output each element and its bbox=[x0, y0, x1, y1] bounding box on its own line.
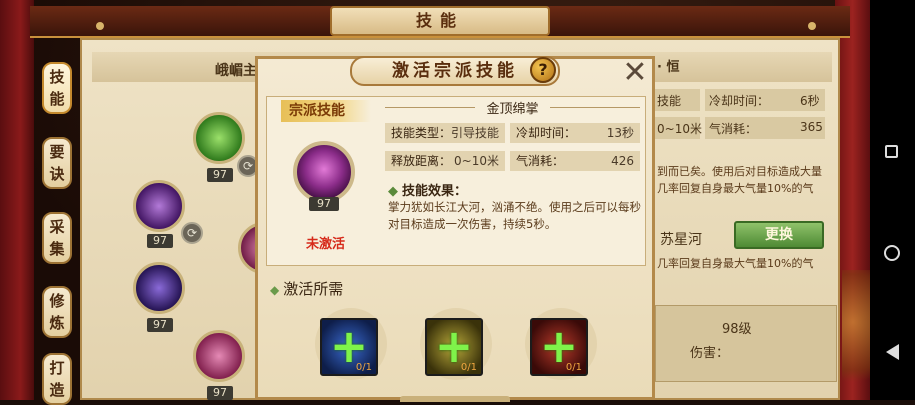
skill-name-row: 金顶绵掌 bbox=[385, 98, 640, 117]
qi-value: 365 bbox=[800, 120, 823, 134]
recent-apps-icon[interactable] bbox=[885, 145, 898, 158]
requirement-item-yellow[interactable]: + 0/1 bbox=[425, 318, 483, 376]
divider bbox=[385, 107, 475, 108]
skill-level: 97 bbox=[309, 197, 339, 211]
other-skill-name: 苏星河 bbox=[660, 232, 702, 248]
effect-title-text: 技能效果： bbox=[402, 184, 468, 199]
skill-level: 97 bbox=[147, 234, 173, 248]
stat-range: 释放距离： 0~10米 bbox=[385, 151, 505, 171]
tab-gathering[interactable]: 采集 bbox=[42, 212, 72, 264]
change-button[interactable]: 更换 bbox=[734, 221, 824, 249]
sect-skill-orb[interactable] bbox=[293, 141, 355, 203]
skill-level: 97 bbox=[207, 168, 233, 182]
desc-line: 到而已矣。使用后对目标造成大量 bbox=[657, 165, 822, 178]
requirement-count: 0/1 bbox=[460, 362, 477, 373]
requirement-item-blue[interactable]: + 0/1 bbox=[320, 318, 378, 376]
requirements-title-text: 激活所需 bbox=[283, 280, 344, 298]
stat-value: 0~10米 bbox=[454, 154, 499, 168]
desc-line: 几率回复自身最大气量10%的气 bbox=[657, 257, 814, 270]
stat-value: 引导技能 bbox=[450, 126, 499, 140]
qi-label: 气消耗： bbox=[709, 122, 758, 136]
skill-name: 金顶绵掌 bbox=[486, 102, 539, 117]
diamond-icon: ◆ bbox=[270, 283, 280, 297]
tab-crafting[interactable]: 打造 bbox=[42, 353, 72, 405]
tab-formulas[interactable]: 要诀 bbox=[42, 137, 72, 189]
back-icon[interactable] bbox=[886, 344, 899, 360]
requirement-item-red[interactable]: + 0/1 bbox=[530, 318, 588, 376]
tab-label: 要诀 bbox=[49, 143, 65, 183]
skill-level: 97 bbox=[147, 318, 173, 332]
close-icon[interactable]: ✕ bbox=[622, 58, 648, 88]
skill-level: 97 bbox=[207, 386, 233, 400]
system-navbar bbox=[870, 0, 915, 400]
stat-label: 冷却时间： bbox=[516, 126, 577, 140]
tab-label: 采集 bbox=[49, 218, 65, 258]
skill-orb-green[interactable] bbox=[193, 112, 245, 164]
skill-orb-purple-2[interactable] bbox=[133, 262, 185, 314]
home-icon[interactable] bbox=[884, 245, 900, 261]
tab-label: 打造 bbox=[49, 359, 65, 399]
sect-skill-label: 宗派技能 bbox=[281, 100, 371, 122]
effect-title: ◆ 技能效果： bbox=[388, 180, 467, 199]
range-fragment: 0~10米 bbox=[657, 122, 702, 136]
stat-value: 426 bbox=[611, 154, 634, 168]
sect-name: 峨嵋主 bbox=[215, 63, 257, 79]
desc-line: 几率回复自身最大气量10%的气 bbox=[657, 182, 814, 195]
level-box bbox=[655, 305, 837, 382]
effect-text: 掌力犹如长江大河，汹涌不绝。使用之后可以每秒对目标造成一次伤害，持续5秒。 bbox=[388, 200, 641, 231]
pin-icon bbox=[808, 22, 816, 30]
cooldown-value: 6秒 bbox=[800, 94, 820, 108]
stat-label: 技能类型： bbox=[391, 126, 452, 140]
divider bbox=[550, 107, 640, 108]
swap-icon[interactable]: ⟳ bbox=[181, 222, 203, 244]
tab-cultivation[interactable]: 修炼 bbox=[42, 286, 72, 338]
skill-orb-pink-2[interactable] bbox=[193, 330, 245, 382]
tab-label: 修炼 bbox=[49, 292, 65, 332]
dialog-title: 激活宗派技能 bbox=[350, 56, 560, 86]
damage-label: 伤害： bbox=[690, 346, 730, 361]
stat-qi: 气消耗： 426 bbox=[510, 151, 640, 171]
stat-skill-type: 技能类型： 引导技能 bbox=[385, 123, 505, 143]
right-decoration bbox=[842, 270, 870, 400]
stat-cooldown: 冷却时间： 13秒 bbox=[510, 123, 640, 143]
right-header: · 恒 bbox=[657, 60, 680, 75]
level-text: 98级 bbox=[722, 322, 752, 337]
stat-label: 释放距离： bbox=[391, 154, 452, 168]
tab-label: 技能 bbox=[49, 68, 65, 108]
stat-value: 13秒 bbox=[606, 126, 634, 140]
requirements-title: ◆ 激活所需 bbox=[270, 278, 343, 299]
activate-button-edge[interactable] bbox=[400, 396, 510, 402]
help-icon[interactable]: ? bbox=[530, 57, 556, 83]
pin-icon bbox=[96, 22, 104, 30]
window-title: 技能 bbox=[330, 6, 550, 36]
left-curtain bbox=[0, 0, 34, 400]
status-label: 未激活 bbox=[305, 237, 345, 252]
stat-label: 气消耗： bbox=[516, 154, 565, 168]
requirement-count: 0/1 bbox=[565, 362, 582, 373]
skill-type-fragment: 技能 bbox=[657, 94, 682, 108]
tab-skills[interactable]: 技能 bbox=[42, 62, 72, 114]
requirement-count: 0/1 bbox=[355, 362, 372, 373]
cooldown-label: 冷却时间： bbox=[709, 94, 770, 108]
skill-orb-purple-1[interactable] bbox=[133, 180, 185, 232]
diamond-icon: ◆ bbox=[388, 184, 398, 199]
